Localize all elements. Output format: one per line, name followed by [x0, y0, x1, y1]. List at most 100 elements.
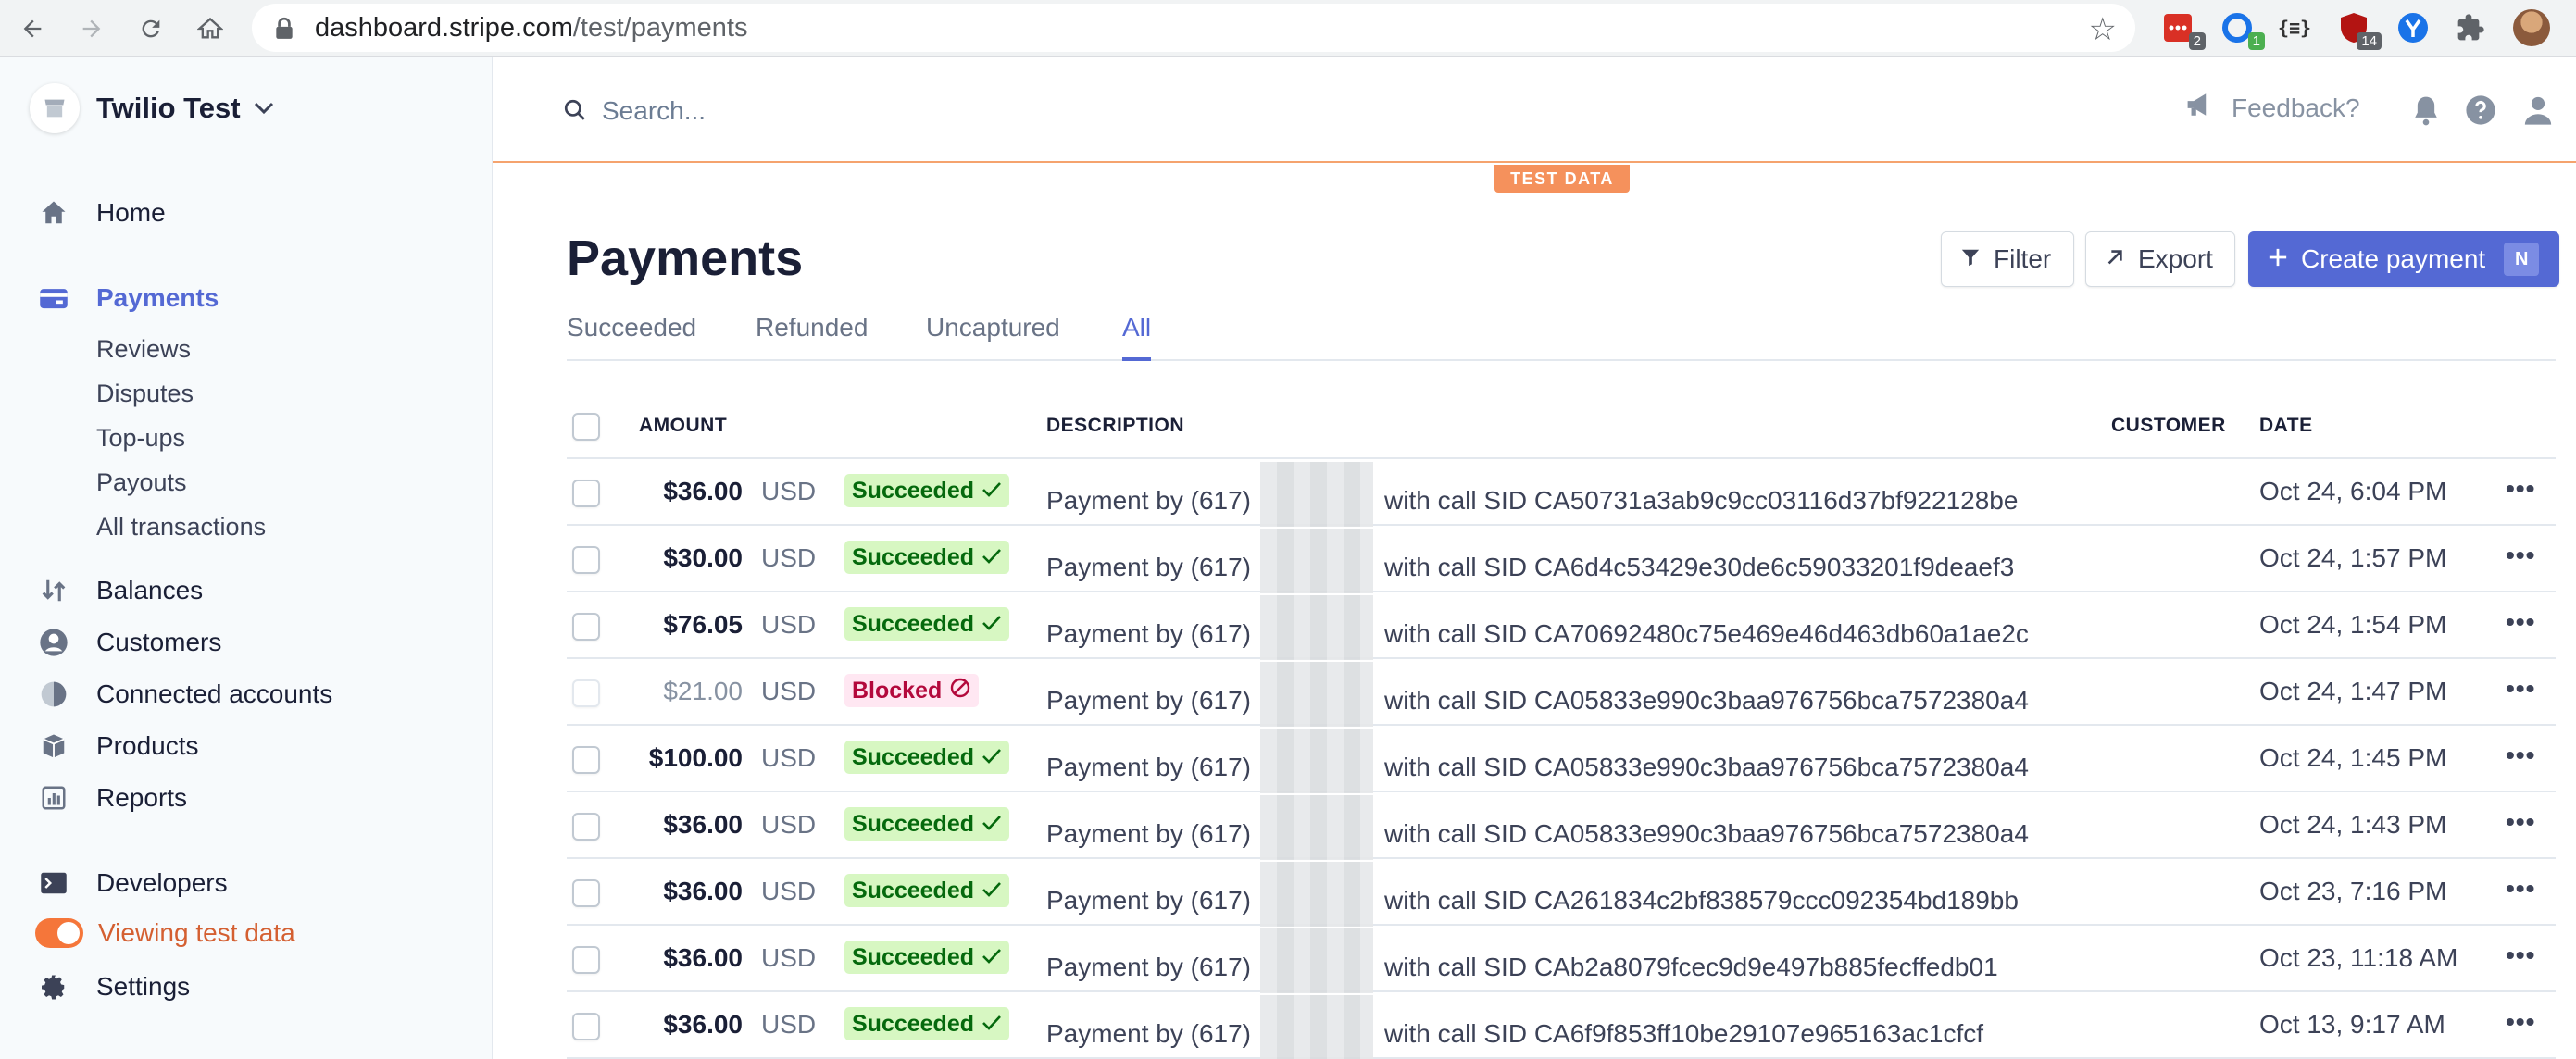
url-text: dashboard.stripe.com/test/payments: [315, 12, 748, 43]
table-row[interactable]: $30.00 USD Succeeded Payment by (617) with c…: [567, 526, 2556, 593]
description-prefix: Payment by (617): [1046, 819, 1251, 848]
sidebar-item-payouts[interactable]: Payouts: [96, 468, 187, 497]
sidebar-item-reports[interactable]: Reports: [37, 781, 187, 815]
sidebar-item-developers[interactable]: Developers: [37, 866, 228, 900]
address-bar[interactable]: dashboard.stripe.com/test/payments ☆: [252, 4, 2135, 52]
amount-cell: $100.00: [648, 743, 743, 772]
redacted-phone: [1260, 662, 1373, 727]
bookmark-star-icon[interactable]: ☆: [2089, 11, 2117, 48]
y-ext-icon[interactable]: [2393, 7, 2433, 48]
sidebar-item-label: Payments: [96, 283, 219, 312]
description-suffix: with call SID CA05833e990c3baa976756bca7…: [1384, 686, 2029, 715]
user-icon[interactable]: [2522, 94, 2554, 131]
toggle-switch[interactable]: [35, 918, 83, 948]
row-checkbox[interactable]: [572, 480, 600, 507]
description-suffix: with call SID CA05833e990c3baa976756bca7…: [1384, 753, 2029, 781]
tab-refunded[interactable]: Refunded: [756, 313, 868, 361]
megaphone-icon: [2185, 91, 2232, 125]
date-cell: Oct 24, 1:54 PM: [2259, 610, 2447, 639]
sidebar-item-payments[interactable]: Payments: [37, 281, 219, 315]
row-checkbox[interactable]: [572, 1013, 600, 1040]
row-checkbox[interactable]: [572, 746, 600, 774]
sidebar-item-home[interactable]: Home: [37, 196, 166, 230]
sidebar-item-all-transactions[interactable]: All transactions: [96, 513, 266, 542]
sidebar-item-reviews[interactable]: Reviews: [96, 335, 191, 364]
more-actions-icon[interactable]: •••: [2506, 674, 2535, 704]
description-cell: Payment by (617) with call SID CA05833e99…: [1046, 795, 2029, 860]
browser-toolbar: dashboard.stripe.com/test/payments ☆ 2 1…: [0, 0, 2576, 57]
status-label: Succeeded: [852, 1010, 975, 1037]
column-header-description[interactable]: DESCRIPTION: [1046, 415, 1184, 437]
more-actions-icon[interactable]: •••: [2506, 474, 2535, 504]
row-checkbox[interactable]: [572, 946, 600, 974]
create-payment-button[interactable]: Create payment N: [2248, 231, 2559, 287]
more-actions-icon[interactable]: •••: [2506, 741, 2535, 770]
tab-all[interactable]: All: [1122, 313, 1152, 361]
column-header-customer[interactable]: CUSTOMER: [2111, 415, 2226, 437]
sidebar-item-connected-accounts[interactable]: Connected accounts: [37, 678, 332, 711]
create-payment-label: Create payment: [2301, 244, 2486, 273]
payments-icon: [37, 281, 70, 315]
more-actions-icon[interactable]: •••: [2506, 1007, 2535, 1037]
more-actions-icon[interactable]: •••: [2506, 941, 2535, 970]
description-suffix: with call SID CAb2a8079fcec9d9e497b885fe…: [1384, 953, 1998, 981]
sidebar-item-settings[interactable]: Settings: [37, 970, 190, 1003]
filter-button[interactable]: Filter: [1941, 231, 2074, 287]
feedback-button[interactable]: Feedback?: [2185, 91, 2360, 125]
forward-arrow-icon[interactable]: [70, 7, 113, 50]
profile-avatar[interactable]: [2511, 7, 2552, 48]
table-row[interactable]: $21.00 USD Blocked Payment by (617) with cal…: [567, 659, 2556, 727]
sidebar-item-balances[interactable]: Balances: [37, 574, 203, 607]
table-row[interactable]: $36.00 USD Succeeded Payment by (617) with c…: [567, 926, 2556, 993]
sidebar-item-customers[interactable]: Customers: [37, 626, 221, 659]
status-badge: Succeeded: [844, 941, 1010, 974]
status-badge: Succeeded: [844, 474, 1010, 507]
export-button[interactable]: Export: [2085, 231, 2235, 287]
sidebar-item-products[interactable]: Products: [37, 729, 199, 763]
row-checkbox[interactable]: [572, 813, 600, 841]
bell-icon[interactable]: [2411, 94, 2441, 131]
more-actions-icon[interactable]: •••: [2506, 607, 2535, 637]
check-icon: [974, 544, 1002, 571]
sidebar-item-disputes[interactable]: Disputes: [96, 380, 194, 408]
row-checkbox[interactable]: [572, 613, 600, 641]
check-icon: [974, 611, 1002, 638]
table-row[interactable]: $36.00 USD Succeeded Payment by (617) with c…: [567, 459, 2556, 527]
test-data-toggle[interactable]: Viewing test data: [35, 918, 295, 948]
date-cell: Oct 24, 1:47 PM: [2259, 677, 2447, 705]
description-prefix: Payment by (617): [1046, 486, 1251, 515]
table-row[interactable]: $100.00 USD Succeeded Payment by (617) with …: [567, 726, 2556, 793]
sidebar-item-top-ups[interactable]: Top-ups: [96, 424, 185, 453]
tab-succeeded[interactable]: Succeeded: [567, 313, 696, 361]
column-header-amount[interactable]: AMOUNT: [639, 415, 727, 437]
tab-uncaptured[interactable]: Uncaptured: [926, 313, 1060, 361]
shield-ext-icon[interactable]: 14: [2333, 7, 2382, 50]
redacted-phone: [1260, 529, 1373, 593]
ext-badge: 2: [2188, 32, 2206, 50]
todo-ext-icon[interactable]: 2: [2157, 7, 2206, 50]
row-checkbox[interactable]: [572, 546, 600, 574]
table-row[interactable]: $36.00 USD Succeeded Payment by (617) with c…: [567, 992, 2556, 1059]
reload-icon[interactable]: [130, 7, 172, 50]
more-actions-icon[interactable]: •••: [2506, 541, 2535, 570]
currency-cell: USD: [761, 1010, 817, 1039]
select-all-checkbox[interactable]: [572, 413, 600, 441]
description-cell: Payment by (617) with call SID CA05833e99…: [1046, 729, 2029, 793]
filter-icon: [1960, 244, 1994, 274]
sync-ext-icon[interactable]: 1: [2217, 7, 2265, 50]
row-checkbox[interactable]: [572, 879, 600, 907]
account-switcher[interactable]: Twilio Test: [30, 83, 274, 133]
back-arrow-icon[interactable]: [11, 7, 54, 50]
json-ext-icon[interactable]: {≡}: [2274, 7, 2315, 48]
search-input[interactable]: [602, 91, 1250, 131]
column-header-date[interactable]: DATE: [2259, 415, 2313, 437]
more-actions-icon[interactable]: •••: [2506, 807, 2535, 837]
table-row[interactable]: $36.00 USD Succeeded Payment by (617) with c…: [567, 792, 2556, 860]
more-actions-icon[interactable]: •••: [2506, 874, 2535, 903]
puzzle-icon[interactable]: [2450, 7, 2491, 48]
help-icon[interactable]: [2465, 94, 2496, 131]
table-row[interactable]: $36.00 USD Succeeded Payment by (617) with c…: [567, 859, 2556, 927]
table-row[interactable]: $76.05 USD Succeeded Payment by (617) with c…: [567, 592, 2556, 660]
description-cell: Payment by (617) with call SID CA05833e99…: [1046, 662, 2029, 727]
home-icon[interactable]: [189, 7, 231, 50]
